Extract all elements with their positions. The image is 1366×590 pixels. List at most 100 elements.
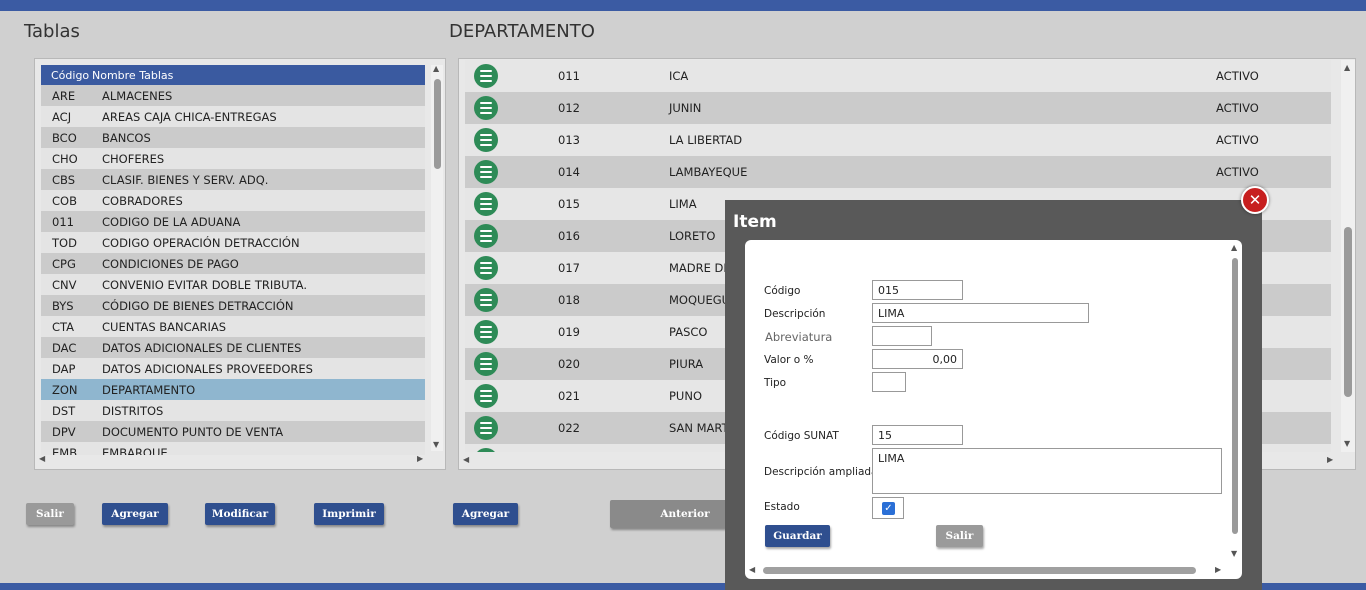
- row-name: DISTRITOS: [102, 403, 164, 418]
- guardar-button[interactable]: Guardar: [765, 525, 830, 547]
- menu-icon[interactable]: [474, 448, 498, 452]
- menu-icon[interactable]: [474, 352, 498, 376]
- table-row[interactable]: DAC DATOS ADICIONALES DE CLIENTES: [41, 337, 425, 358]
- menu-icon[interactable]: [474, 160, 498, 184]
- menu-icon[interactable]: [474, 224, 498, 248]
- item-status: ACTIVO: [1216, 133, 1259, 147]
- modal-vscroll-thumb[interactable]: [1232, 258, 1238, 534]
- row-name: CUENTAS BANCARIAS: [102, 319, 227, 334]
- menu-icon[interactable]: [474, 64, 498, 88]
- table-row[interactable]: DAP DATOS ADICIONALES PROVEEDORES: [41, 358, 425, 379]
- modal-scroll-left-icon[interactable]: ◀: [749, 566, 755, 574]
- close-icon[interactable]: ✕: [1241, 186, 1269, 214]
- menu-icon[interactable]: [474, 192, 498, 216]
- table-row[interactable]: EMB EMBARQUE: [41, 442, 425, 455]
- menu-icon[interactable]: [474, 288, 498, 312]
- tablas-vscroll-thumb[interactable]: [434, 79, 441, 169]
- departamento-scroll-left-icon[interactable]: ◀: [463, 456, 469, 464]
- item-code: 011: [558, 69, 580, 83]
- table-row[interactable]: BYS CÓDIGO DE BIENES DETRACCIÓN: [41, 295, 425, 316]
- departamento-vscroll-thumb[interactable]: [1344, 227, 1352, 397]
- row-name: CONDICIONES DE PAGO: [102, 256, 239, 271]
- item-code: 014: [558, 165, 580, 179]
- item-name: LIMA: [669, 197, 697, 211]
- row-code: CTA: [52, 319, 75, 334]
- row-name: DEPARTAMENTO: [102, 382, 196, 397]
- valor-field[interactable]: 0,00: [872, 349, 963, 369]
- tablas-list: Código Nombre Tablas ARE ALMACENES ACJ AREA…: [41, 65, 425, 455]
- tablas-vscroll[interactable]: ▲ ▼: [431, 65, 443, 451]
- modal-hscroll-thumb[interactable]: [763, 567, 1196, 574]
- row-name: DATOS ADICIONALES DE CLIENTES: [102, 340, 302, 355]
- modificar-button[interactable]: Modificar: [205, 503, 275, 525]
- label-descripcion-ampliada: Descripción ampliada: [764, 466, 878, 478]
- departamento-scroll-right-icon[interactable]: ▶: [1327, 456, 1333, 464]
- row-code: EMB: [52, 445, 78, 456]
- item-status: ACTIVO: [1216, 101, 1259, 115]
- table-row[interactable]: ACJ AREAS CAJA CHICA-ENTREGAS: [41, 106, 425, 127]
- item-name: PUNO: [669, 389, 703, 403]
- menu-icon[interactable]: [474, 128, 498, 152]
- item-name: SAN MART: [669, 421, 729, 435]
- table-row[interactable]: TOD CODIGO OPERACIÓN DETRACCIÓN: [41, 232, 425, 253]
- table-row[interactable]: ZON DEPARTAMENTO: [41, 379, 425, 400]
- list-item[interactable]: 011 ICA ACTIVO: [465, 60, 1331, 92]
- label-abreviatura: Abreviatura: [765, 330, 833, 344]
- row-name: ALMACENES: [102, 88, 173, 103]
- row-name: BANCOS: [102, 130, 151, 145]
- tipo-field[interactable]: [872, 372, 906, 392]
- row-code: DST: [52, 403, 76, 418]
- menu-icon[interactable]: [474, 256, 498, 280]
- codigo-field[interactable]: 015: [872, 280, 963, 300]
- modal-vscroll[interactable]: ▲ ▼: [1230, 244, 1240, 562]
- table-row[interactable]: CBS CLASIF. BIENES Y SERV. ADQ.: [41, 169, 425, 190]
- row-name: CÓDIGO DE BIENES DETRACCIÓN: [102, 298, 294, 313]
- modal-scroll-right-icon[interactable]: ▶: [1215, 566, 1221, 574]
- tablas-scroll-right-icon[interactable]: ▶: [417, 455, 423, 463]
- tablas-scroll-left-icon[interactable]: ◀: [39, 455, 45, 463]
- descripcion-ampliada-field[interactable]: LIMA: [872, 448, 1222, 494]
- label-estado: Estado: [764, 501, 800, 513]
- list-item[interactable]: 014 LAMBAYEQUE ACTIVO: [465, 156, 1331, 188]
- table-row[interactable]: BCO BANCOS: [41, 127, 425, 148]
- salir-button[interactable]: Salir: [26, 503, 74, 525]
- item-code: 012: [558, 101, 580, 115]
- menu-icon[interactable]: [474, 320, 498, 344]
- table-row[interactable]: CNV CONVENIO EVITAR DOBLE TRIBUTA.: [41, 274, 425, 295]
- table-row[interactable]: 011 CODIGO DE LA ADUANA: [41, 211, 425, 232]
- table-row[interactable]: DST DISTRITOS: [41, 400, 425, 421]
- descripcion-field[interactable]: LIMA: [872, 303, 1089, 323]
- abreviatura-field[interactable]: [872, 326, 932, 346]
- departamento-vscroll[interactable]: ▲ ▼: [1341, 60, 1355, 452]
- row-code: DPV: [52, 424, 76, 439]
- item-code: 020: [558, 357, 580, 371]
- label-codigo-sunat: Código SUNAT: [764, 430, 839, 442]
- list-item[interactable]: 012 JUNIN ACTIVO: [465, 92, 1331, 124]
- list-item[interactable]: 013 LA LIBERTAD ACTIVO: [465, 124, 1331, 156]
- row-name: CODIGO OPERACIÓN DETRACCIÓN: [102, 235, 300, 250]
- modal-salir-button[interactable]: Salir: [936, 525, 983, 547]
- table-row[interactable]: CHO CHOFERES: [41, 148, 425, 169]
- item-code: 013: [558, 133, 580, 147]
- label-tipo: Tipo: [764, 377, 787, 389]
- table-row[interactable]: COB COBRADORES: [41, 190, 425, 211]
- table-row[interactable]: ARE ALMACENES: [41, 85, 425, 106]
- imprimir-button[interactable]: Imprimir: [314, 503, 384, 525]
- tablas-title: Tablas: [24, 21, 80, 42]
- row-name: CLASIF. BIENES Y SERV. ADQ.: [102, 172, 269, 187]
- item-code: 021: [558, 389, 580, 403]
- agregar-item-button[interactable]: Agregar: [453, 503, 518, 525]
- table-row[interactable]: CTA CUENTAS BANCARIAS: [41, 316, 425, 337]
- item-name: JUNIN: [669, 101, 702, 115]
- menu-icon[interactable]: [474, 96, 498, 120]
- menu-icon[interactable]: [474, 384, 498, 408]
- row-code: ARE: [52, 88, 76, 103]
- table-row[interactable]: DPV DOCUMENTO PUNTO DE VENTA: [41, 421, 425, 442]
- menu-icon[interactable]: [474, 416, 498, 440]
- agregar-tabla-button[interactable]: Agregar: [102, 503, 168, 525]
- table-row[interactable]: CPG CONDICIONES DE PAGO: [41, 253, 425, 274]
- item-status: ACTIVO: [1216, 165, 1259, 179]
- estado-checkbox[interactable]: ✓: [872, 497, 904, 519]
- codigo-sunat-field[interactable]: 15: [872, 425, 963, 445]
- header-codigo: Código: [51, 68, 90, 82]
